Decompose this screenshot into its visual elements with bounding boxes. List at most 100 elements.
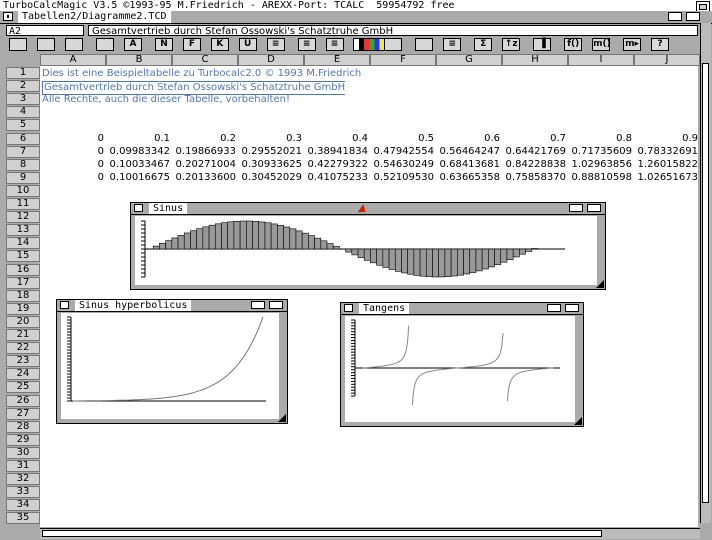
formula-input[interactable]: Gesamtvertrieb durch Stefan Ossowski's S…	[88, 25, 698, 36]
table-cell[interactable]: 0.09983342	[106, 146, 170, 158]
table-cell[interactable]: 0.19866933	[172, 146, 236, 158]
row-header[interactable]: 31	[6, 460, 40, 472]
column-header[interactable]: E	[304, 54, 370, 66]
table-cell[interactable]: 0.1	[106, 133, 170, 145]
toolbar-open-button[interactable]	[37, 38, 56, 51]
resize-handle[interactable]	[596, 280, 604, 288]
row-header[interactable]: 18	[6, 289, 40, 302]
window-title-bar[interactable]: Tabellen2/Diagramme2.TCD	[0, 11, 712, 24]
table-cell[interactable]: 0.8	[568, 133, 632, 145]
column-header[interactable]: I	[568, 54, 634, 66]
row-header[interactable]: 21	[6, 329, 40, 341]
row-header[interactable]: 13	[6, 224, 40, 237]
table-cell[interactable]: 0.5	[370, 133, 434, 145]
horizontal-scroll-knob[interactable]	[42, 530, 602, 537]
vertical-scroll-knob[interactable]	[702, 63, 709, 503]
table-cell[interactable]: 0.52109530	[370, 172, 434, 184]
row-header[interactable]: 5	[6, 119, 40, 132]
toolbar-align-left-button[interactable]: ≡	[266, 38, 285, 51]
table-cell[interactable]: 1.26015822	[634, 159, 698, 171]
table-cell[interactable]: 0.41075233	[304, 172, 368, 184]
chart-depth-button[interactable]	[587, 204, 601, 212]
window-depth-button[interactable]	[686, 12, 700, 21]
table-cell[interactable]: 0.56464247	[436, 146, 500, 158]
row-header[interactable]: 35	[6, 512, 40, 525]
table-cell[interactable]: 0	[40, 133, 104, 145]
row-header[interactable]: 34	[6, 499, 40, 512]
vertical-scrollbar[interactable]	[700, 23, 711, 523]
chart-depth-button[interactable]	[565, 304, 579, 312]
row-header[interactable]: 6	[6, 132, 40, 145]
table-cell[interactable]: 0.10016675	[106, 172, 170, 184]
note-row1[interactable]: Dies ist eine Beispieltabelle zu Turboca…	[42, 68, 361, 80]
window-zoom-button[interactable]	[668, 12, 682, 21]
toolbar-align-right-button[interactable]: ≡	[325, 38, 344, 51]
chart-window-tangens[interactable]: Tangens	[340, 302, 584, 427]
column-header[interactable]: G	[436, 54, 502, 66]
row-header[interactable]: 30	[6, 446, 40, 459]
toolbar-sort-button[interactable]: ↑z	[502, 38, 521, 51]
cell-reference-field[interactable]: A2	[6, 25, 84, 37]
table-cell[interactable]: 0.4	[304, 133, 368, 145]
table-cell[interactable]: 0	[40, 159, 104, 171]
toolbar-insert-row-button[interactable]: ≡	[443, 38, 462, 51]
toolbar-macro-button[interactable]: m()	[592, 38, 611, 51]
table-cell[interactable]: 0.30933625	[238, 159, 302, 171]
horizontal-scrollbar[interactable]	[40, 528, 700, 539]
table-cell[interactable]: 0.88810598	[568, 172, 632, 184]
toolbar-paste-button[interactable]	[415, 38, 434, 51]
toolbar-unterstrichen-button[interactable]: U	[238, 38, 257, 51]
window-close-button[interactable]	[3, 12, 13, 21]
table-cell[interactable]: 0.71735609	[568, 146, 632, 158]
table-cell[interactable]: 0.3	[238, 133, 302, 145]
row-header[interactable]: 23	[6, 355, 40, 368]
chart-title-bar[interactable]: Sinus	[131, 203, 605, 215]
row-header[interactable]: 17	[6, 276, 40, 289]
chart-zoom-button[interactable]	[547, 304, 561, 312]
row-header[interactable]: 3	[6, 93, 40, 106]
toolbar-new-button[interactable]	[9, 38, 28, 51]
toolbar-fett-button[interactable]: F	[182, 38, 201, 51]
column-header[interactable]: C	[172, 54, 238, 66]
row-header[interactable]: 1	[6, 67, 40, 79]
note-row2[interactable]: Gesamtvertrieb durch Stefan Ossowski's S…	[42, 81, 346, 95]
row-header[interactable]: 11	[6, 198, 40, 210]
toolbar-sum-button[interactable]: Σ	[474, 38, 493, 51]
chart-title-bar[interactable]: Tangens	[341, 303, 583, 315]
toolbar-kursiv-button[interactable]: K	[210, 38, 229, 51]
column-header[interactable]: H	[502, 54, 568, 66]
table-cell[interactable]: 0.84228838	[502, 159, 566, 171]
toolbar-bold-button[interactable]: A	[124, 38, 142, 51]
table-cell[interactable]: 0.10033467	[106, 159, 170, 171]
note-row3[interactable]: Alle Rechte, auch die dieser Tabelle, vo…	[42, 94, 290, 106]
chart-zoom-button[interactable]	[569, 204, 583, 212]
row-header[interactable]: 29	[6, 433, 40, 446]
table-cell[interactable]: 0.78332691	[634, 146, 698, 158]
toolbar-menu-button[interactable]: m▸	[623, 38, 642, 51]
row-header[interactable]: 26	[6, 394, 40, 407]
toolbar-function-button[interactable]: f()	[564, 38, 583, 51]
table-cell[interactable]: 0.20133600	[172, 172, 236, 184]
row-header[interactable]: 9	[6, 171, 40, 184]
table-cell[interactable]: 0.68413681	[436, 159, 500, 171]
chart-close-button[interactable]	[60, 301, 69, 309]
column-header[interactable]: J	[634, 54, 700, 66]
table-cell[interactable]: 0.29552021	[238, 146, 302, 158]
table-cell[interactable]: 0.42279322	[304, 159, 368, 171]
toolbar-chart-button[interactable]: ▐	[533, 38, 552, 51]
row-header[interactable]: 14	[6, 237, 40, 250]
table-cell[interactable]: 0.20271004	[172, 159, 236, 171]
row-header[interactable]: 22	[6, 342, 40, 355]
row-header[interactable]: 2	[6, 80, 40, 93]
table-cell[interactable]: 0.6	[436, 133, 500, 145]
chart-title-bar[interactable]: Sinus hyperbolicus	[57, 300, 287, 312]
row-header[interactable]: 20	[6, 315, 40, 328]
table-cell[interactable]: 0.75858370	[502, 172, 566, 184]
chart-window-sinh[interactable]: Sinus hyperbolicus	[56, 299, 288, 424]
chart-depth-button[interactable]	[269, 301, 283, 309]
row-header[interactable]: 10	[6, 184, 40, 197]
table-cell[interactable]: 0.47942554	[370, 146, 434, 158]
table-cell[interactable]: 0.54630249	[370, 159, 434, 171]
resize-handle[interactable]	[574, 417, 582, 425]
table-cell[interactable]: 0.38941834	[304, 146, 368, 158]
